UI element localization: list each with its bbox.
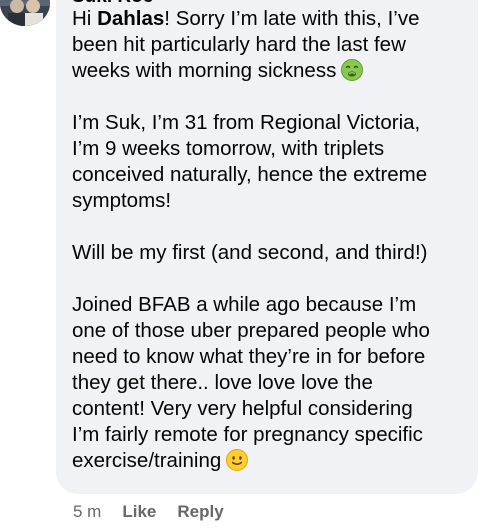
comment-line: I’m 9 weeks tomorrow, with triplets — [72, 137, 385, 160]
comment-line: content! Very very helpful considering — [72, 397, 413, 420]
slightly-smiling-face-icon — [225, 448, 249, 472]
comment-line: I’m fairly remote for pregnancy specific — [72, 423, 423, 446]
comment-line: one of those uber prepared people who — [72, 319, 430, 342]
comment-body: Hi Dahlas! Sorry I’m late with this, I’v… — [72, 6, 472, 474]
comment-line: conceived naturally, hence the extreme — [72, 163, 428, 186]
comment-timestamp[interactable]: 5 m — [73, 502, 101, 522]
reply-button[interactable]: Reply — [177, 502, 223, 522]
comment-line: Will be my first (and second, and third!… — [72, 241, 428, 264]
comment-line: weeks with morning sickness — [72, 58, 472, 84]
comment-line: I’m Suk, I’m 31 from Regional Victoria, — [72, 111, 421, 134]
comment-thread: Suki Roe Hi Dahlas! Sorry I’m late with … — [0, 0, 496, 528]
comment-line: been hit particularly hard the last few — [72, 33, 406, 56]
comment-line: Hi Dahlas! Sorry I’m late with this, I’v… — [72, 7, 420, 30]
mention-link[interactable]: Dahlas — [97, 7, 164, 30]
profile-photo — [0, 0, 50, 26]
like-button[interactable]: Like — [122, 502, 156, 522]
comment-line: exercise/training — [72, 448, 472, 474]
comment-line: need to know what they’re in for before — [72, 345, 426, 368]
comment-line: Joined BFAB a while ago because I’m — [72, 293, 417, 316]
comment-line: they get there.. love love love the — [72, 371, 373, 394]
comment-actions: 5 m Like Reply — [73, 502, 245, 522]
avatar[interactable] — [0, 0, 50, 26]
nauseated-face-icon — [340, 58, 364, 82]
comment-line: symptoms! — [72, 189, 172, 212]
